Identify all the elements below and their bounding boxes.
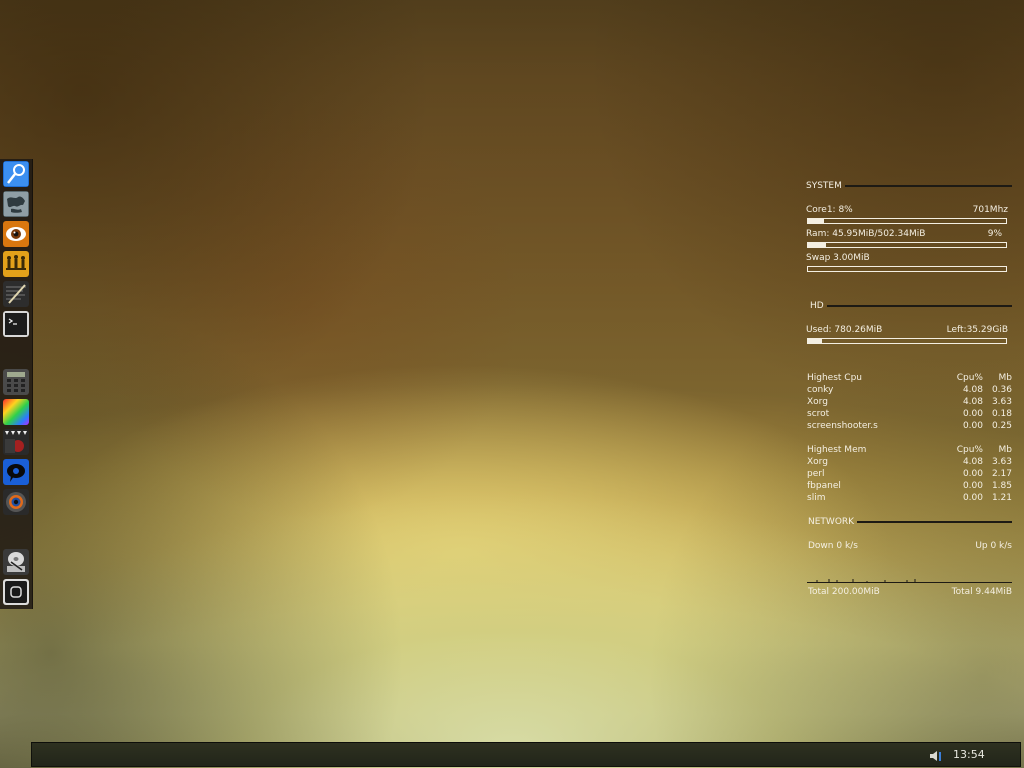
hd-section-header: HD: [806, 300, 1012, 312]
process-name: screenshooter.s: [807, 421, 878, 431]
process-mb: 0.36: [991, 385, 1012, 395]
process-cpu: 0.00: [962, 469, 983, 479]
hd-usage-bar: [807, 338, 1007, 344]
cpu-usage-fill: [808, 219, 824, 223]
process-cpu: 4.08: [962, 385, 983, 395]
process-name: Xorg: [807, 457, 828, 467]
process-cpu: 4.08: [962, 397, 983, 407]
network-speed-row: Down 0 k/s Up 0 k/s: [806, 540, 1012, 552]
process-name: scrot: [807, 409, 830, 419]
mb-column-header: Mb: [998, 445, 1012, 455]
section-divider: [826, 305, 1012, 307]
clock[interactable]: 13:54: [953, 748, 985, 762]
network-activity-graph: [807, 573, 1012, 583]
swap-row: Swap 3.00MiB: [806, 252, 1012, 264]
power-icon[interactable]: [3, 579, 29, 605]
process-mb: 0.18: [991, 409, 1012, 419]
process-cpu: 0.00: [962, 481, 983, 491]
color-palette-icon[interactable]: [3, 399, 29, 425]
hd-heading: HD: [810, 301, 824, 311]
process-mb: 3.63: [991, 457, 1012, 467]
process-mb: 1.21: [991, 493, 1012, 503]
hd-left-label: Left:35.29GiB: [946, 325, 1008, 335]
ram-usage-bar: [807, 242, 1007, 248]
people-icon[interactable]: [3, 251, 29, 277]
ram-row: Ram: 45.95MiB/502.34MiB 9%: [806, 228, 1012, 240]
process-name: perl: [807, 469, 825, 479]
bottom-panel: 13:54: [31, 742, 1021, 767]
process-name: conky: [807, 385, 834, 395]
process-cpu: 0.00: [962, 421, 983, 431]
text-editor-icon[interactable]: [3, 281, 29, 307]
process-name: fbpanel: [807, 481, 841, 491]
process-name: slim: [807, 493, 826, 503]
upload-speed: Up 0 k/s: [975, 541, 1012, 551]
section-divider: [857, 521, 1012, 523]
top-cpu-heading: Highest Cpu: [807, 373, 863, 383]
system-heading: SYSTEM: [806, 181, 842, 191]
process-cpu: 0.00: [962, 409, 983, 419]
process-mb: 1.85: [991, 481, 1012, 491]
process-mb: 2.17: [991, 469, 1012, 479]
hd-usage-fill: [808, 339, 822, 343]
cpu-row: Core1: 8% 701Mhz: [806, 204, 1012, 216]
swap-label: Swap 3.00MiB: [806, 253, 870, 263]
top-mem-heading: Highest Mem: [807, 445, 867, 455]
network-total-row: Total 200.00MiB Total 9.44MiB: [806, 586, 1012, 598]
download-speed: Down 0 k/s: [808, 541, 858, 551]
ram-label: Ram: 45.95MiB/502.34MiB: [806, 229, 926, 239]
system-section-header: SYSTEM: [806, 180, 1012, 192]
disk-utility-icon[interactable]: [3, 549, 29, 575]
network-heading: NETWORK: [808, 517, 855, 527]
speaker-icon[interactable]: [928, 748, 944, 762]
calculator-icon[interactable]: [3, 369, 29, 395]
process-name: Xorg: [807, 397, 828, 407]
process-cpu: 4.08: [962, 457, 983, 467]
section-divider: [844, 185, 1012, 187]
ram-percent: 9%: [987, 229, 1002, 239]
hd-used-label: Used: 780.26MiB: [806, 325, 883, 335]
media-player-icon[interactable]: [3, 429, 29, 455]
process-mb: 3.63: [991, 397, 1012, 407]
chat-icon[interactable]: [3, 459, 29, 485]
application-dock: [0, 159, 33, 609]
swap-usage-bar: [807, 266, 1007, 272]
terminal-icon[interactable]: [3, 311, 29, 337]
total-upload: Total 9.44MiB: [951, 587, 1012, 597]
cpu-label: Core1: 8%: [806, 205, 853, 215]
cpu-column-header: Cpu%: [956, 445, 983, 455]
process-cpu: 0.00: [962, 493, 983, 503]
camera-icon[interactable]: [3, 489, 29, 515]
eye-icon[interactable]: [3, 221, 29, 247]
ram-usage-fill: [808, 243, 826, 247]
globe-icon[interactable]: [3, 191, 29, 217]
network-section-header: NETWORK: [806, 516, 1012, 528]
cpu-frequency: 701Mhz: [972, 205, 1008, 215]
search-icon[interactable]: [3, 161, 29, 187]
mb-column-header: Mb: [998, 373, 1012, 383]
cpu-column-header: Cpu%: [956, 373, 983, 383]
hd-usage-row: Used: 780.26MiB Left:35.29GiB: [806, 324, 1012, 336]
process-mb: 0.25: [991, 421, 1012, 431]
cpu-usage-bar: [807, 218, 1007, 224]
desktop: SYSTEM Core1: 8% 701Mhz Ram: 45.95MiB/50…: [0, 0, 1024, 768]
total-download: Total 200.00MiB: [808, 587, 880, 597]
